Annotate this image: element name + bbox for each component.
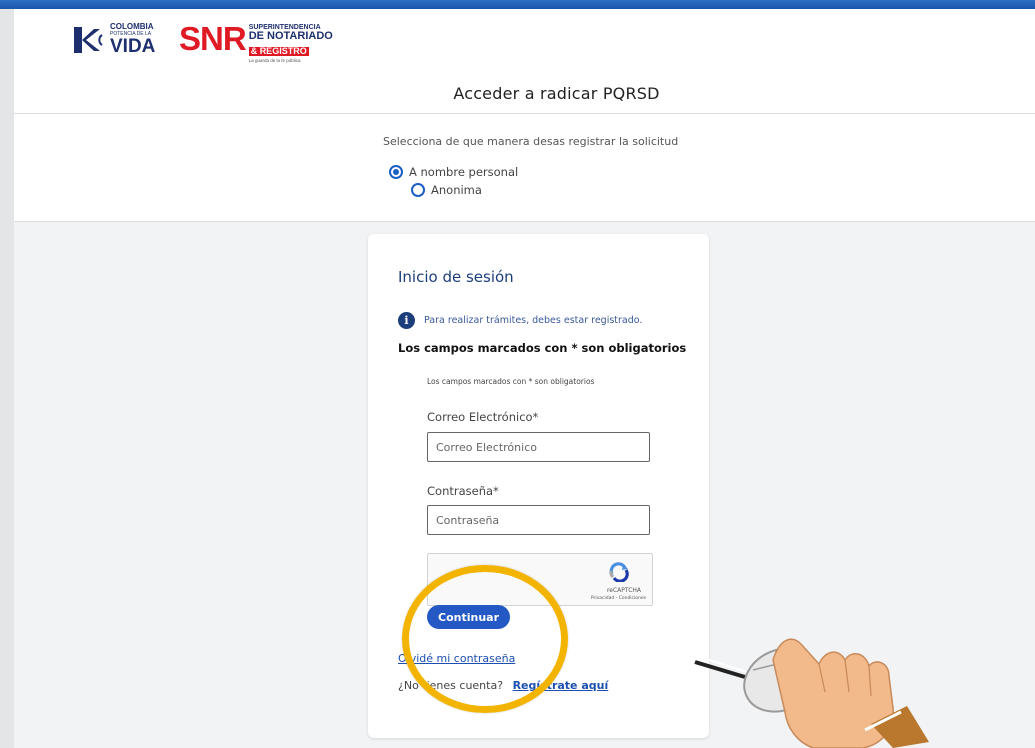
radio-personal[interactable]: A nombre personal: [389, 165, 518, 179]
info-circle-icon: i: [398, 312, 415, 329]
radio-personal-label: A nombre personal: [409, 165, 519, 179]
recaptcha-logo-icon: [609, 562, 629, 582]
page-title: Acceder a radicar PQRSD: [453, 84, 660, 103]
colombia-logo: COLOMBIA POTENCIA DE LA VIDA: [72, 23, 155, 56]
snr-line2: DE NOTARIADO: [248, 30, 333, 42]
colombia-logo-line1: COLOMBIA: [110, 22, 154, 31]
radio-anonymous-label: Anonima: [431, 183, 482, 197]
page-header: COLOMBIA POTENCIA DE LA VIDA SNR SUPERIN…: [14, 9, 1035, 114]
snr-tagline: La guarda de la fe pública: [248, 58, 301, 63]
snr-acronym: SNR: [179, 20, 247, 57]
email-label: Correo Electrónico*: [427, 410, 539, 424]
left-gutter: [0, 9, 14, 748]
radio-anonymous-button[interactable]: [411, 183, 425, 197]
info-text: Para realizar trámites, debes estar regi…: [424, 315, 643, 326]
recaptcha-brand: reCAPTCHA: [606, 587, 641, 594]
hand-mouse-cursor-icon: [694, 638, 929, 748]
login-title: Inicio de sesión: [398, 268, 514, 286]
top-accent-bar: [0, 0, 1035, 9]
request-mode-section: Selecciona de que manera desas registrar…: [14, 114, 1035, 222]
colombia-logo-line3: VIDA: [110, 36, 156, 57]
snr-line3: & REGISTRO: [248, 46, 309, 56]
password-field[interactable]: [427, 505, 650, 535]
radio-personal-button[interactable]: [389, 165, 403, 179]
email-field[interactable]: [427, 432, 650, 462]
password-label: Contraseña*: [427, 484, 499, 498]
snr-logo: SNR SUPERINTENDENCIA DE NOTARIADO & REGI…: [179, 22, 333, 64]
recaptcha-links[interactable]: Privacidad - Condiciones: [591, 596, 646, 601]
highlight-circle: [402, 565, 568, 713]
required-notice-small: Los campos marcados con * son obligatori…: [427, 377, 595, 386]
radio-anonymous[interactable]: Anonima: [411, 183, 482, 197]
required-notice: Los campos marcados con * son obligatori…: [398, 341, 687, 355]
colombia-logo-icon: [72, 25, 106, 55]
info-notice: i Para realizar trámites, debes estar re…: [398, 312, 642, 329]
request-mode-prompt: Selecciona de que manera desas registrar…: [383, 135, 679, 148]
